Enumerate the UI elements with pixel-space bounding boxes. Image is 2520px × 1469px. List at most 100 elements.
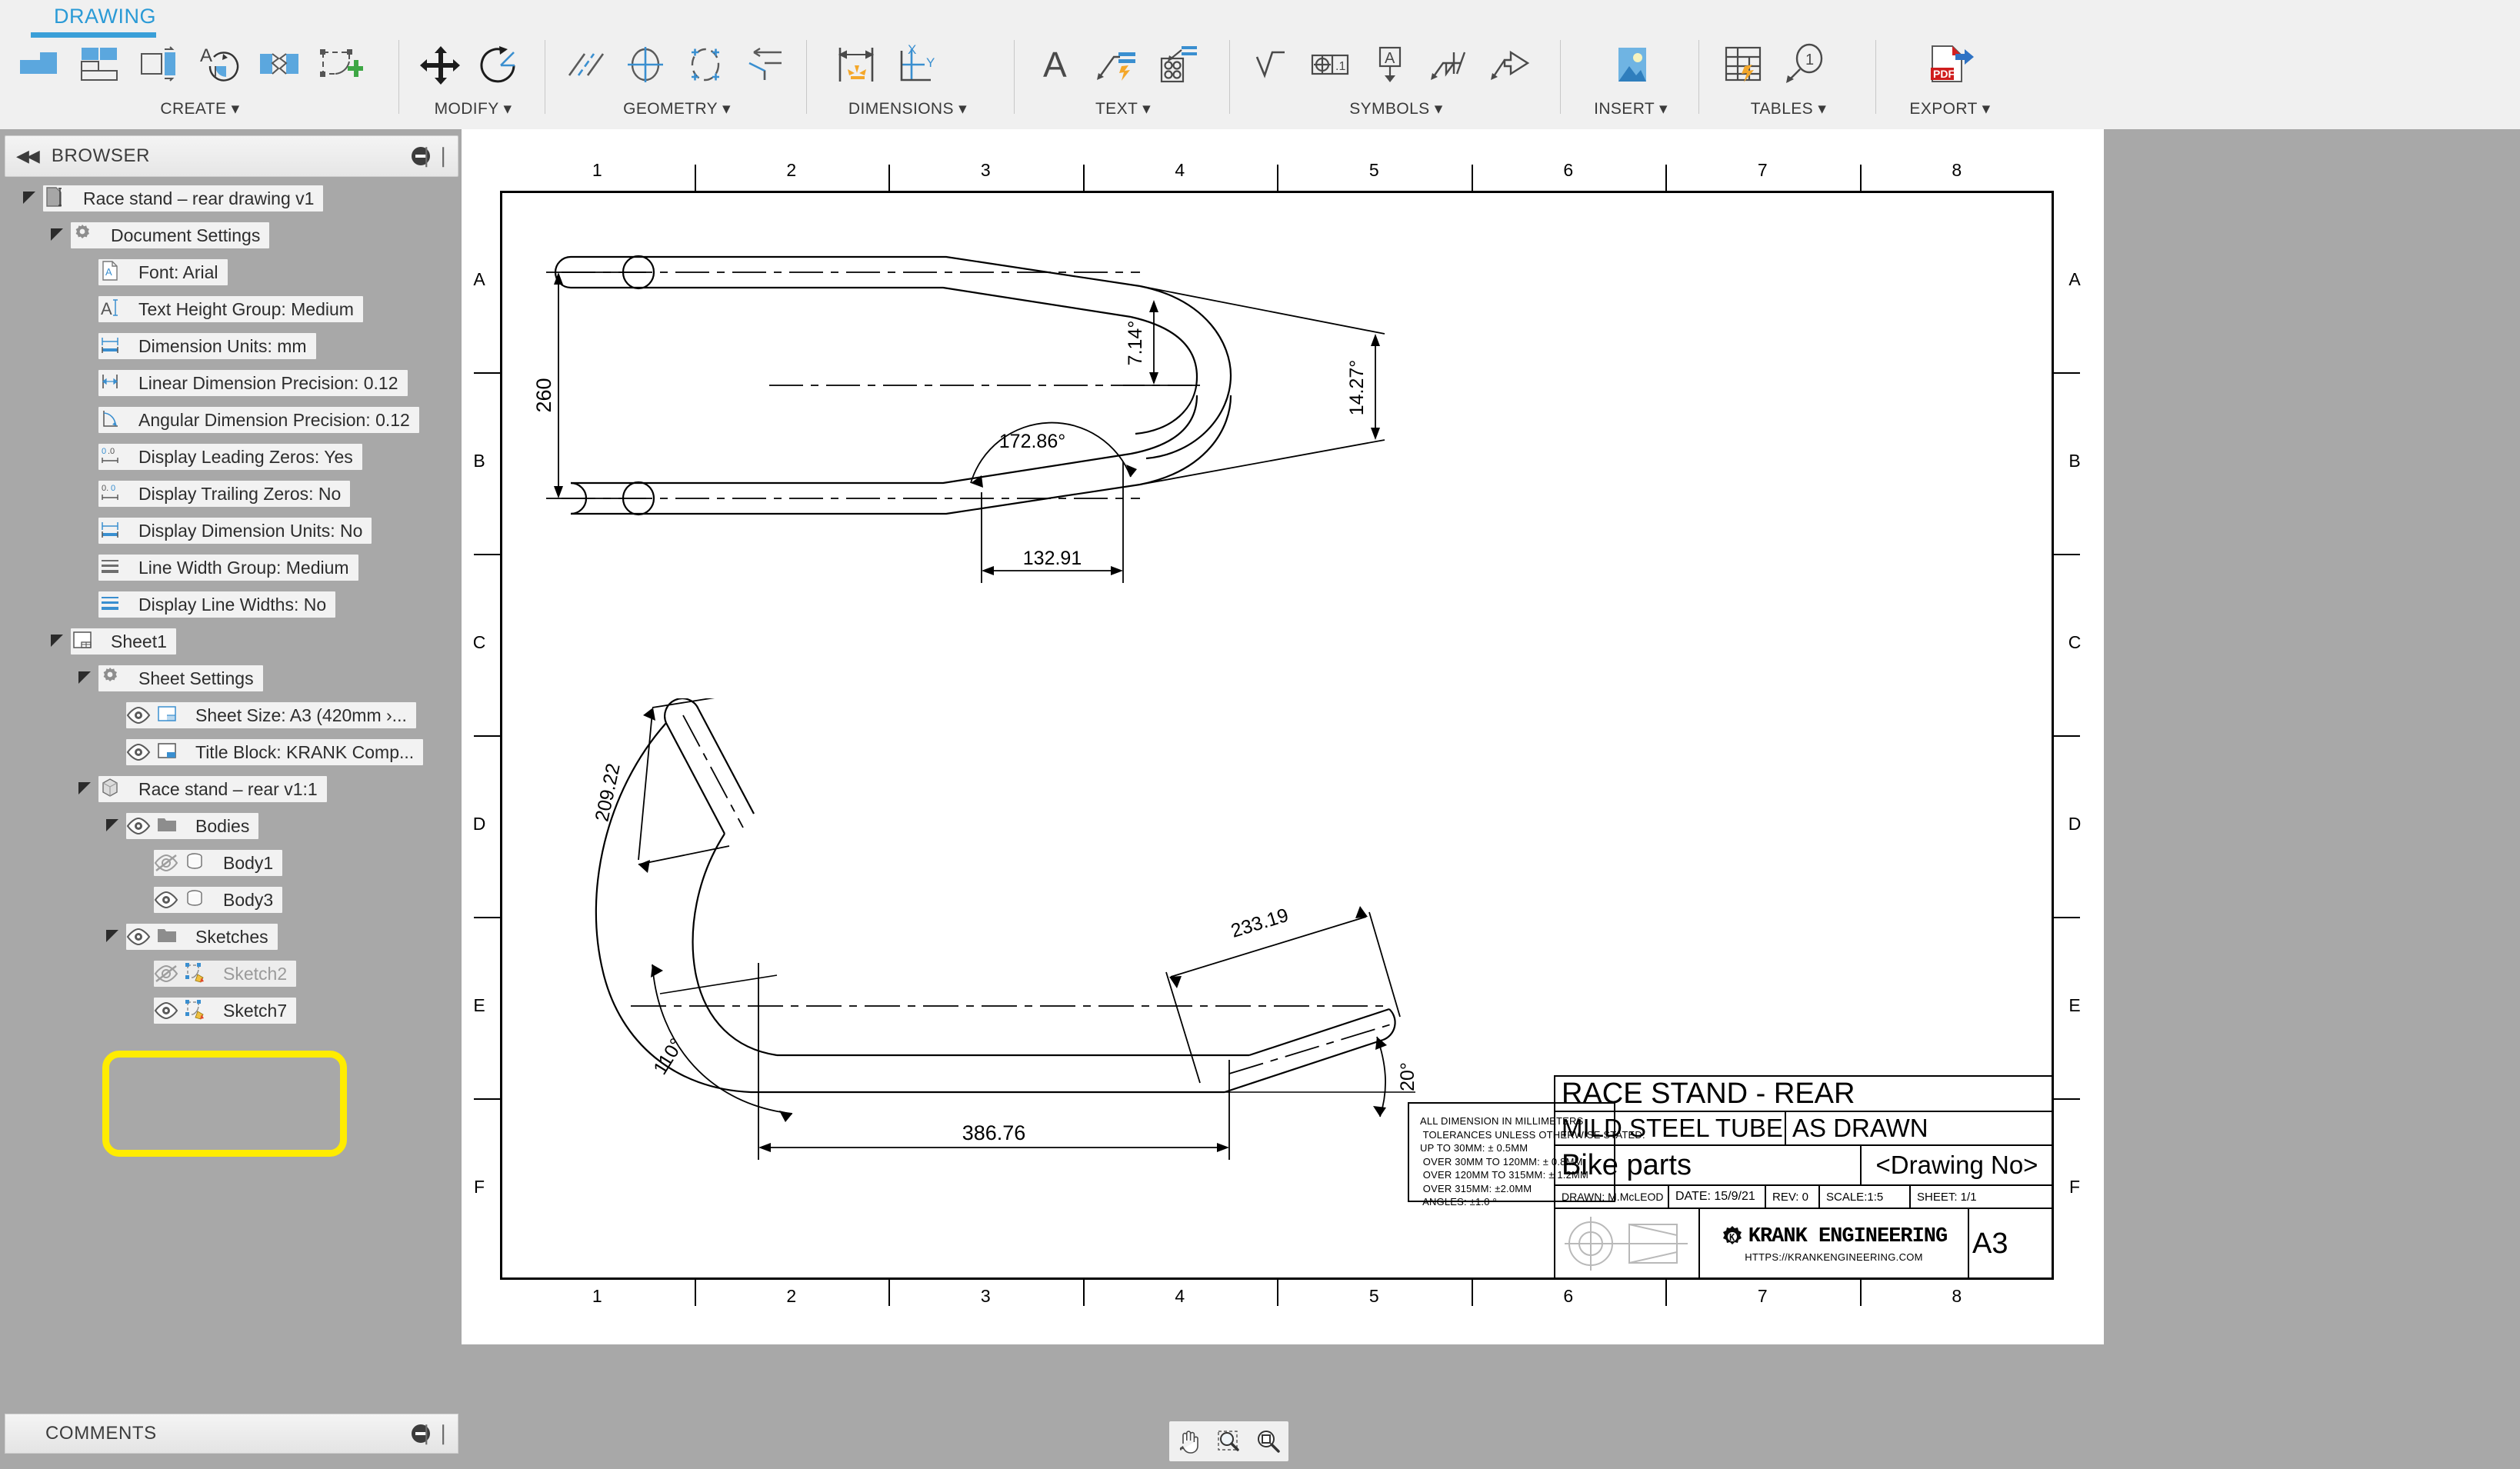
eye-visible-icon[interactable] bbox=[126, 925, 152, 948]
tree-item-content[interactable]: Race stand – rear drawing v1 bbox=[43, 185, 324, 212]
tree-item-display-dimension-units-no[interactable]: Display Dimension Units: No bbox=[0, 512, 462, 549]
balloon-icon[interactable]: 1 bbox=[1775, 36, 1832, 93]
comments-panel[interactable]: COMMENTS ❘❘ bbox=[5, 1414, 458, 1454]
panel-label-export[interactable]: EXPORT ▾ bbox=[1877, 99, 2023, 118]
panel-label-tables[interactable]: TABLES ▾ bbox=[1700, 99, 1877, 118]
dimension-icon[interactable] bbox=[828, 36, 885, 93]
tree-item-content[interactable]: Sheet Size: A3 (420mm ›... bbox=[126, 702, 416, 728]
projected-view-icon[interactable] bbox=[71, 36, 128, 93]
tree-item-sheet-size-a3-420mm[interactable]: Sheet Size: A3 (420mm ›... bbox=[0, 697, 462, 734]
expand-arrow-icon[interactable] bbox=[105, 818, 122, 834]
section-view-icon[interactable] bbox=[131, 36, 188, 93]
tree-item-race-stand-rear-v1-1[interactable]: Race stand – rear v1:1 bbox=[0, 771, 462, 808]
feature-control-frame-icon[interactable]: .1 bbox=[1302, 36, 1358, 93]
tree-item-text-height-group-medium[interactable]: A Text Height Group: Medium bbox=[0, 291, 462, 328]
tree-item-sheet-settings[interactable]: Sheet Settings bbox=[0, 660, 462, 697]
tree-item-sketch2[interactable]: Sketch2 bbox=[0, 955, 462, 992]
detail-view-icon[interactable]: A bbox=[191, 36, 248, 93]
rotate-icon[interactable] bbox=[472, 36, 529, 93]
drawing-canvas[interactable]: 12345678 12345678 ABCDEF ABCDEF 260 7.14… bbox=[462, 129, 2520, 1469]
panel-label-modify[interactable]: MODIFY ▾ bbox=[400, 99, 546, 118]
tree-item-font-arial[interactable]: A Font: Arial bbox=[0, 254, 462, 291]
panel-label-insert[interactable]: INSERT ▾ bbox=[1562, 99, 1700, 118]
panel-label-create[interactable]: CREATE ▾ bbox=[0, 99, 400, 118]
tree-item-bodies[interactable]: Bodies bbox=[0, 808, 462, 844]
title-block[interactable]: RACE STAND - REAR MILD STEEL TUBE AS DRA… bbox=[1554, 1075, 2054, 1280]
panel-grip-icon[interactable]: ❘❘ bbox=[418, 145, 452, 165]
eye-visible-icon[interactable] bbox=[126, 704, 152, 727]
expand-arrow-icon[interactable] bbox=[77, 781, 94, 798]
centerline-icon[interactable] bbox=[557, 36, 614, 93]
tree-item-angular-dimension-precision-0-12[interactable]: Angular Dimension Precision: 0.12 bbox=[0, 401, 462, 438]
tree-item-content[interactable]: Race stand – rear v1:1 bbox=[98, 776, 327, 802]
edge-extension-icon[interactable] bbox=[737, 36, 794, 93]
panel-label-geometry[interactable]: GEOMETRY ▾ bbox=[546, 99, 808, 118]
panel-label-dimensions[interactable]: DIMENSIONS ▾ bbox=[808, 99, 1008, 118]
tab-drawing[interactable]: DRAWING bbox=[45, 2, 165, 32]
tree-item-document-settings[interactable]: Document Settings bbox=[0, 217, 462, 254]
insert-image-icon[interactable] bbox=[1603, 36, 1660, 93]
tree-item-sketch7[interactable]: Sketch7 bbox=[0, 992, 462, 1029]
tree-item-content[interactable]: Title Block: KRANK Comp... bbox=[126, 739, 424, 765]
center-mark-pattern-icon[interactable] bbox=[677, 36, 734, 93]
center-mark-icon[interactable] bbox=[617, 36, 674, 93]
panel-grip-icon[interactable]: ❘❘ bbox=[418, 1423, 452, 1443]
eye-visible-icon[interactable] bbox=[154, 999, 180, 1022]
tree-item-display-trailing-zeros-no[interactable]: 0. 0 Display Trailing Zeros: No bbox=[0, 475, 462, 512]
tree-item-linear-dimension-precision-0-12[interactable]: Linear Dimension Precision: 0.12 bbox=[0, 365, 462, 401]
collapse-left-icon[interactable]: ◀◀ bbox=[16, 146, 40, 166]
expand-arrow-icon[interactable] bbox=[22, 190, 38, 207]
tree-item-content[interactable]: Body1 bbox=[154, 850, 283, 876]
tree-item-content[interactable]: Display Line Widths: No bbox=[98, 591, 336, 618]
tree-item-race-stand-rear-drawing-v1[interactable]: Race stand – rear drawing v1 bbox=[0, 180, 462, 217]
tree-item-display-line-widths-no[interactable]: Display Line Widths: No bbox=[0, 586, 462, 623]
tree-item-content[interactable]: 0. 0 Display Trailing Zeros: No bbox=[98, 481, 351, 507]
tree-item-display-leading-zeros-yes[interactable]: 0.0 Display Leading Zeros: Yes bbox=[0, 438, 462, 475]
export-pdf-icon[interactable]: PDF bbox=[1922, 36, 1978, 93]
tree-item-content[interactable]: A Text Height Group: Medium bbox=[98, 296, 363, 322]
eye-visible-icon[interactable] bbox=[126, 741, 152, 764]
tree-item-content[interactable]: Display Dimension Units: No bbox=[98, 518, 372, 544]
expand-arrow-icon[interactable] bbox=[49, 633, 66, 650]
expand-arrow-icon[interactable] bbox=[77, 670, 94, 687]
eye-hidden-icon[interactable] bbox=[154, 851, 180, 874]
break-view-icon[interactable] bbox=[251, 36, 308, 93]
tree-item-sketches[interactable]: Sketches bbox=[0, 918, 462, 955]
zoom-window-icon[interactable] bbox=[1212, 1424, 1245, 1458]
feature-datum-icon[interactable] bbox=[1482, 36, 1538, 93]
tree-item-content[interactable]: Sheet Settings bbox=[98, 665, 263, 691]
side-view-drawing[interactable]: 209.22 110° 386.76 233.19 20° bbox=[523, 698, 1446, 1237]
tree-item-body3[interactable]: Body3 bbox=[0, 881, 462, 918]
hand-icon[interactable] bbox=[1172, 1424, 1206, 1458]
tree-item-content[interactable]: Sketches bbox=[126, 924, 278, 950]
sketch-icon[interactable] bbox=[311, 36, 368, 93]
text-icon[interactable]: A bbox=[1028, 36, 1085, 93]
top-view-drawing[interactable]: 260 7.14° 14.27° 172.86° 132.91 bbox=[515, 252, 1562, 683]
weld-symbol-icon[interactable] bbox=[1422, 36, 1478, 93]
tree-item-content[interactable]: Body3 bbox=[154, 887, 283, 913]
tree-item-body1[interactable]: Body1 bbox=[0, 844, 462, 881]
tree-item-content[interactable]: Document Settings bbox=[71, 222, 270, 248]
tree-item-dimension-units-mm[interactable]: Dimension Units: mm bbox=[0, 328, 462, 365]
expand-arrow-icon[interactable] bbox=[105, 928, 122, 945]
eye-hidden-icon[interactable] bbox=[154, 962, 180, 985]
panel-label-text[interactable]: TEXT ▾ bbox=[1015, 99, 1231, 118]
tree-item-content[interactable]: A Font: Arial bbox=[98, 259, 228, 285]
tree-item-content[interactable]: Angular Dimension Precision: 0.12 bbox=[98, 407, 419, 433]
eye-visible-icon[interactable] bbox=[126, 814, 152, 838]
panel-label-symbols[interactable]: SYMBOLS ▾ bbox=[1231, 99, 1562, 118]
eye-visible-icon[interactable] bbox=[154, 888, 180, 911]
tree-item-sheet1[interactable]: Sheet1 bbox=[0, 623, 462, 660]
ordinate-dimension-icon[interactable]: X Y bbox=[888, 36, 945, 93]
hole-table-note-icon[interactable] bbox=[1148, 36, 1205, 93]
expand-arrow-icon[interactable] bbox=[49, 227, 66, 244]
tree-item-content[interactable]: Dimension Units: mm bbox=[98, 333, 316, 359]
datum-identifier-icon[interactable]: A bbox=[1362, 36, 1418, 93]
base-view-icon[interactable] bbox=[11, 36, 68, 93]
tree-item-content[interactable]: Linear Dimension Precision: 0.12 bbox=[98, 370, 408, 396]
leader-text-icon[interactable] bbox=[1088, 36, 1145, 93]
tree-item-content[interactable]: Sketch2 bbox=[154, 961, 297, 987]
tree-item-content[interactable]: 0.0 Display Leading Zeros: Yes bbox=[98, 444, 362, 470]
tree-item-content[interactable]: Line Width Group: Medium bbox=[98, 555, 358, 581]
move-icon[interactable] bbox=[412, 36, 469, 93]
